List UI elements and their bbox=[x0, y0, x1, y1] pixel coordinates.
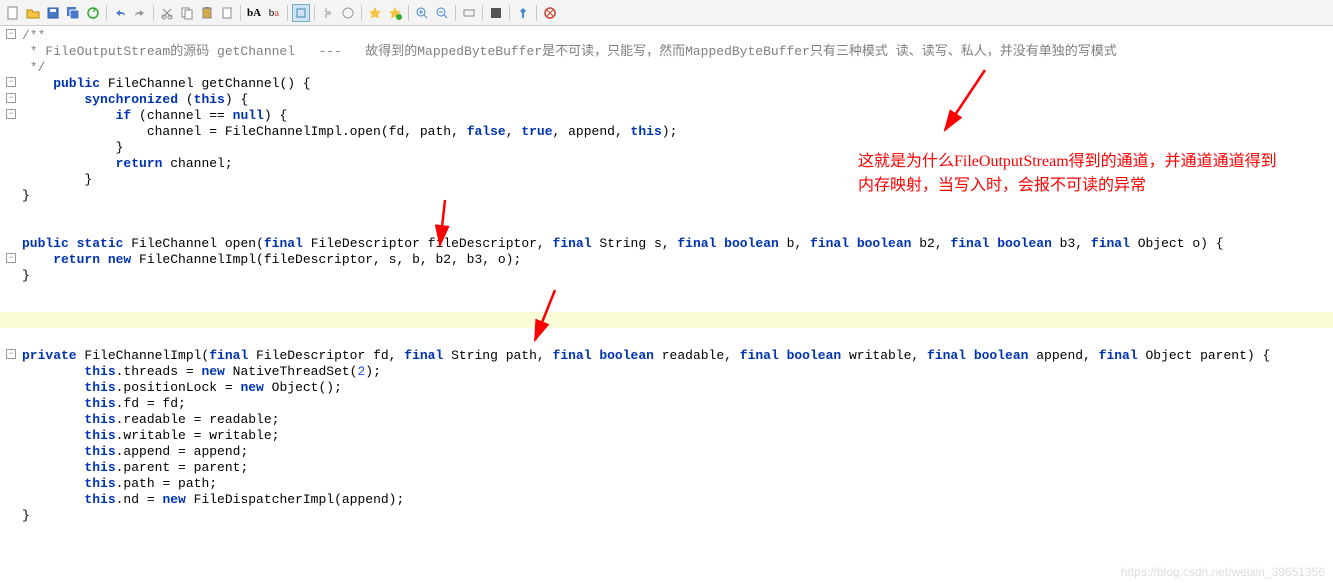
nav-fwd-icon[interactable] bbox=[339, 4, 357, 22]
code-line: */ bbox=[22, 60, 1333, 76]
separator bbox=[153, 5, 154, 21]
code-line: } bbox=[22, 508, 1333, 524]
code-line: } bbox=[22, 268, 1333, 284]
code-editor[interactable]: − − − − − − /** * FileOutputStream的源码 ge… bbox=[0, 26, 1333, 524]
find-icon[interactable]: bA bbox=[245, 4, 263, 22]
star-icon[interactable] bbox=[366, 4, 384, 22]
code-line: this.append = append; bbox=[22, 444, 1333, 460]
code-line: channel = FileChannelImpl.open(fd, path,… bbox=[22, 124, 1333, 140]
copy-icon[interactable] bbox=[178, 4, 196, 22]
separator bbox=[455, 5, 456, 21]
separator bbox=[287, 5, 288, 21]
highlight-icon[interactable] bbox=[292, 4, 310, 22]
code-line: private FileChannelImpl(final FileDescri… bbox=[22, 348, 1333, 364]
separator bbox=[509, 5, 510, 21]
fold-marker[interactable]: − bbox=[6, 109, 16, 119]
save-all-icon[interactable] bbox=[64, 4, 82, 22]
zoom-out-icon[interactable] bbox=[433, 4, 451, 22]
code-line: public FileChannel getChannel() { bbox=[22, 76, 1333, 92]
fold-marker[interactable]: − bbox=[6, 93, 16, 103]
watermark: https://blog.csdn.net/weixin_39651356 bbox=[1121, 565, 1325, 579]
open-icon[interactable] bbox=[24, 4, 42, 22]
code-line: * FileOutputStream的源码 getChannel --- 故得到… bbox=[22, 44, 1333, 60]
redo-icon[interactable] bbox=[131, 4, 149, 22]
fold-marker[interactable]: − bbox=[6, 349, 16, 359]
code-line: this.path = path; bbox=[22, 476, 1333, 492]
save-icon[interactable] bbox=[44, 4, 62, 22]
code-line: this.readable = readable; bbox=[22, 412, 1333, 428]
cut-icon[interactable] bbox=[158, 4, 176, 22]
new-file-icon[interactable] bbox=[4, 4, 22, 22]
separator bbox=[408, 5, 409, 21]
code-line: return new FileChannelImpl(fileDescripto… bbox=[22, 252, 1333, 268]
toolbar: bA ba bbox=[0, 0, 1333, 26]
paste-icon[interactable] bbox=[198, 4, 216, 22]
separator bbox=[536, 5, 537, 21]
nav-back-icon[interactable] bbox=[319, 4, 337, 22]
code-line: this.threads = new NativeThreadSet(2); bbox=[22, 364, 1333, 380]
star-add-icon[interactable] bbox=[386, 4, 404, 22]
code-line bbox=[22, 316, 1333, 332]
code-line bbox=[22, 220, 1333, 236]
code-line bbox=[22, 332, 1333, 348]
code-line bbox=[22, 204, 1333, 220]
code-line bbox=[22, 284, 1333, 300]
fit-icon[interactable] bbox=[460, 4, 478, 22]
clipboard-icon[interactable] bbox=[218, 4, 236, 22]
undo-icon[interactable] bbox=[111, 4, 129, 22]
code-line: this.positionLock = new Object(); bbox=[22, 380, 1333, 396]
separator bbox=[106, 5, 107, 21]
annotation-text: 这就是为什么FileOutputStream得到的通道，并通道通道得到内存映射，… bbox=[858, 150, 1288, 198]
code-line: /** bbox=[22, 28, 1333, 44]
fold-marker[interactable]: − bbox=[6, 253, 16, 263]
code-line bbox=[22, 300, 1333, 316]
zoom-in-icon[interactable] bbox=[413, 4, 431, 22]
separator bbox=[240, 5, 241, 21]
code-line: this.parent = parent; bbox=[22, 460, 1333, 476]
fold-marker[interactable]: − bbox=[6, 77, 16, 87]
separator bbox=[361, 5, 362, 21]
code-line: synchronized (this) { bbox=[22, 92, 1333, 108]
separator bbox=[482, 5, 483, 21]
code-line: if (channel == null) { bbox=[22, 108, 1333, 124]
sync-icon[interactable] bbox=[84, 4, 102, 22]
separator bbox=[314, 5, 315, 21]
replace-icon[interactable]: ba bbox=[265, 4, 283, 22]
fullscreen-icon[interactable] bbox=[487, 4, 505, 22]
fold-marker[interactable]: − bbox=[6, 29, 16, 39]
code-line: this.fd = fd; bbox=[22, 396, 1333, 412]
stop-icon[interactable] bbox=[541, 4, 559, 22]
code-line: this.writable = writable; bbox=[22, 428, 1333, 444]
code-line: public static FileChannel open(final Fil… bbox=[22, 236, 1333, 252]
code-line: this.nd = new FileDispatcherImpl(append)… bbox=[22, 492, 1333, 508]
pin-icon[interactable] bbox=[514, 4, 532, 22]
